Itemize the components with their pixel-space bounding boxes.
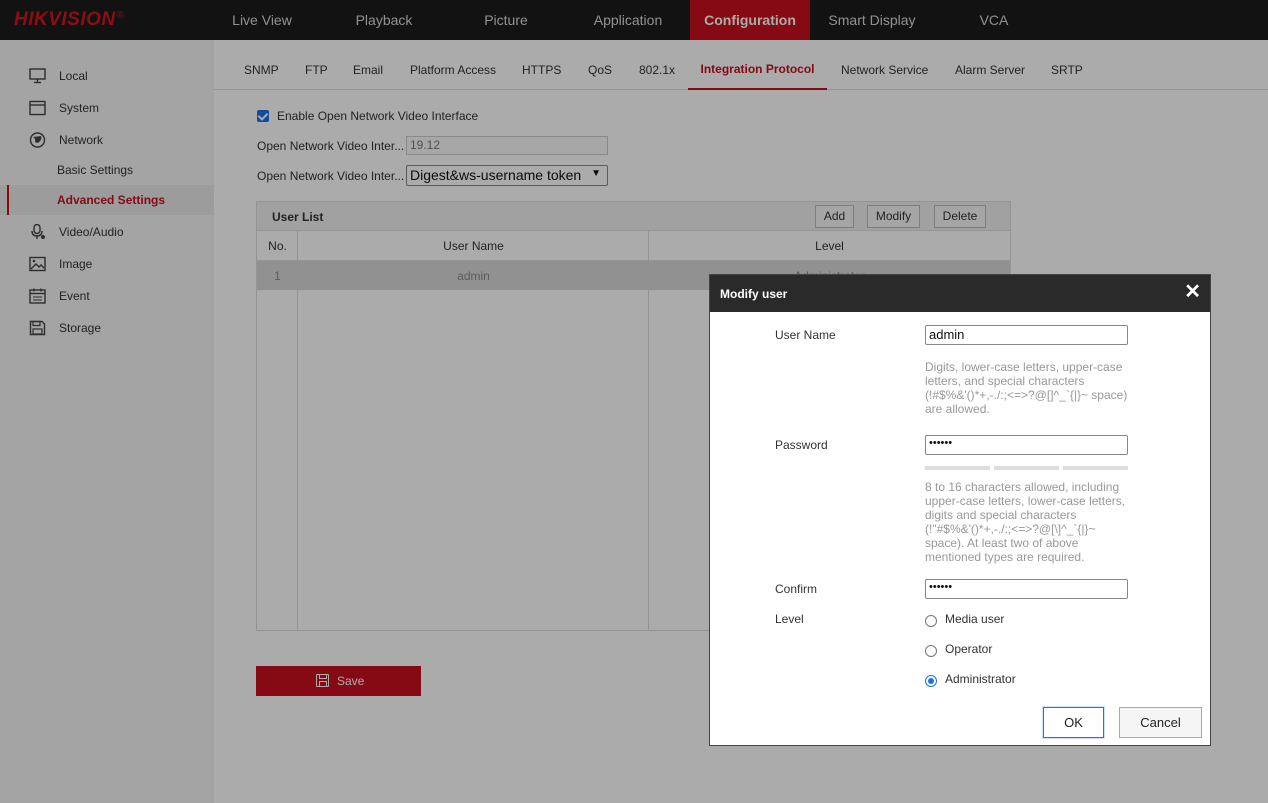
level-administrator-label: Administrator [945, 672, 1016, 686]
user-name-input[interactable]: admin [925, 325, 1128, 345]
level-media-user-label: Media user [945, 612, 1005, 626]
confirm-password-input[interactable]: •••••• [925, 579, 1128, 599]
modify-user-dialog: Modify user ✕ User Name admin Digits, lo… [709, 274, 1211, 746]
password-strength-bar-weak [925, 466, 990, 470]
level-operator-label: Operator [945, 642, 993, 656]
level-administrator-radio[interactable] [925, 675, 937, 687]
close-icon[interactable]: ✕ [1184, 282, 1201, 302]
confirm-label: Confirm [775, 582, 818, 596]
level-operator-radio[interactable] [925, 645, 937, 657]
level-media-user-radio[interactable] [925, 615, 937, 627]
user-name-hint: Digits, lower-case letters, upper-case l… [925, 360, 1128, 416]
password-strength-bar-strong [1063, 466, 1128, 470]
password-strength-bar-medium [994, 466, 1059, 470]
level-label: Level [775, 612, 804, 626]
password-label: Password [775, 438, 828, 452]
password-input[interactable]: •••••• [925, 435, 1128, 455]
cancel-button[interactable]: Cancel [1119, 707, 1202, 738]
user-name-label: User Name [775, 328, 836, 342]
ok-button[interactable]: OK [1043, 707, 1104, 738]
dialog-header: Modify user ✕ [710, 275, 1210, 312]
password-hint: 8 to 16 characters allowed, including up… [925, 480, 1126, 564]
dialog-title: Modify user [720, 287, 788, 301]
